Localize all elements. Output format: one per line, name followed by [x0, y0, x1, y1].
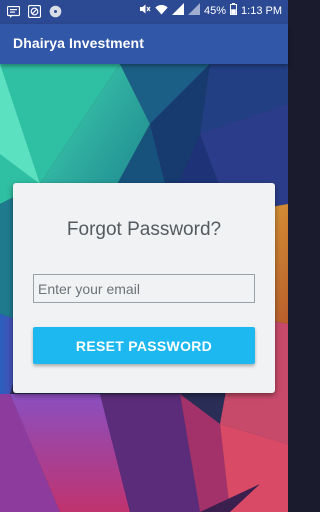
system-status: 45% 1:13 PM — [139, 3, 282, 18]
clock: 1:13 PM — [241, 4, 282, 17]
app-bar: Dhairya Investment — [0, 24, 288, 64]
block-icon — [27, 4, 42, 19]
reset-password-button[interactable]: RESET PASSWORD — [33, 327, 255, 364]
battery-icon — [230, 3, 238, 18]
status-bar: 45% 1:13 PM — [0, 0, 288, 24]
email-field[interactable] — [33, 274, 255, 303]
signal-icon-2 — [188, 3, 200, 18]
signal-icon — [172, 3, 184, 18]
card-title: Forgot Password? — [66, 219, 222, 240]
battery-percent: 45% — [204, 4, 227, 17]
wifi-icon — [155, 4, 168, 18]
notification-icons — [6, 4, 63, 19]
mute-icon — [139, 3, 151, 18]
app-title: Dhairya Investment — [13, 35, 144, 51]
cd-icon — [48, 4, 63, 19]
forgot-password-card: Forgot Password? RESET PASSWORD — [13, 183, 275, 393]
sms-icon — [6, 4, 21, 19]
